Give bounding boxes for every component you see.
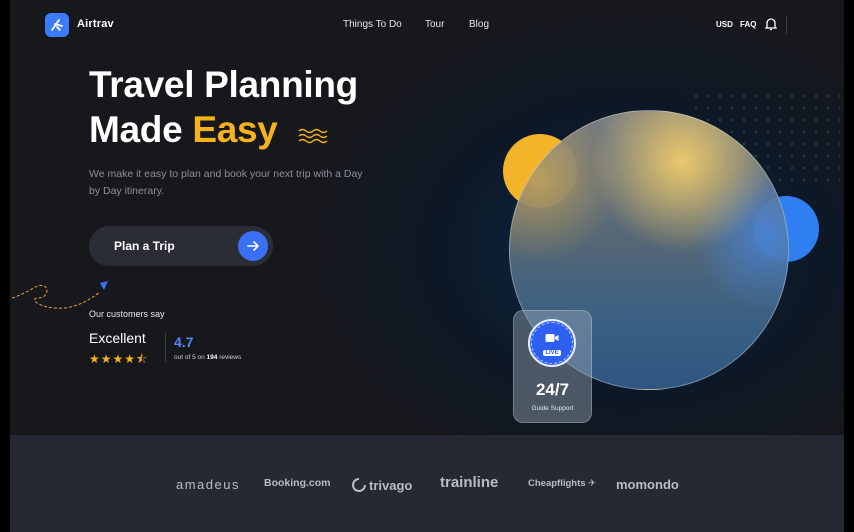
partner-logo-cheapflights: Cheapflights ✈ (528, 478, 596, 489)
live-ring-decoration (531, 322, 573, 364)
nav-link-things-to-do[interactable]: Things To Do (343, 19, 402, 30)
reviews-summary-prefix: out of 5 on (174, 354, 207, 361)
trivago-ring-icon (352, 478, 366, 492)
plane-icon: ✈ (588, 478, 597, 489)
bell-icon[interactable] (764, 17, 778, 36)
partners-band (10, 435, 844, 532)
right-edge (844, 0, 854, 532)
hero-subtitle: We make it easy to plan and book your ne… (89, 168, 363, 197)
support-hours: 24/7 (535, 380, 570, 399)
hero-title-line1: Travel Planning (89, 64, 358, 105)
rating-score: 4.7 (174, 334, 194, 350)
rating-divider (165, 332, 166, 362)
hero-title-line2-text: Made (89, 109, 193, 150)
rating-word: Excellent (89, 330, 146, 346)
arrow-right-icon[interactable] (238, 231, 268, 261)
squiggle-decoration (298, 128, 328, 149)
star-rating: ★★★★⯪ (89, 352, 149, 366)
page: Airtrav Things To Do Tour Blog USD FAQ T… (0, 0, 854, 532)
nav-link-blog[interactable]: Blog (469, 19, 489, 30)
plan-a-trip-label: Plan a Trip (114, 239, 175, 253)
currency-selector[interactable]: USD (716, 20, 733, 29)
nav-link-tour[interactable]: Tour (425, 19, 444, 30)
brand-name[interactable]: Airtrav (77, 18, 114, 30)
left-edge (0, 0, 10, 532)
faq-link[interactable]: FAQ (740, 20, 756, 29)
reviews-count: 194 (206, 354, 218, 361)
hero-title-highlight: Easy (192, 109, 278, 150)
partner-logo-amadeus: amadeus (176, 477, 240, 492)
reviews-summary-suffix: reviews (217, 354, 242, 361)
partner-logo-trainline: trainline (440, 474, 499, 491)
partner-logo-momondo: momondo (616, 477, 679, 492)
airtrav-logo-icon[interactable] (45, 13, 69, 37)
partner-name-cheapflights: Cheapflights (528, 478, 586, 489)
reviews-summary: out of 5 on 194 reviews (174, 354, 241, 361)
reviews-heading: Our customers say (89, 309, 165, 319)
partner-name-trivago: trivago (369, 477, 413, 493)
partner-logo-booking: Booking.com (264, 477, 331, 489)
partner-logo-trivago: trivago (351, 477, 412, 493)
support-caption: Guide Support (531, 405, 574, 412)
nav-divider (786, 16, 787, 34)
